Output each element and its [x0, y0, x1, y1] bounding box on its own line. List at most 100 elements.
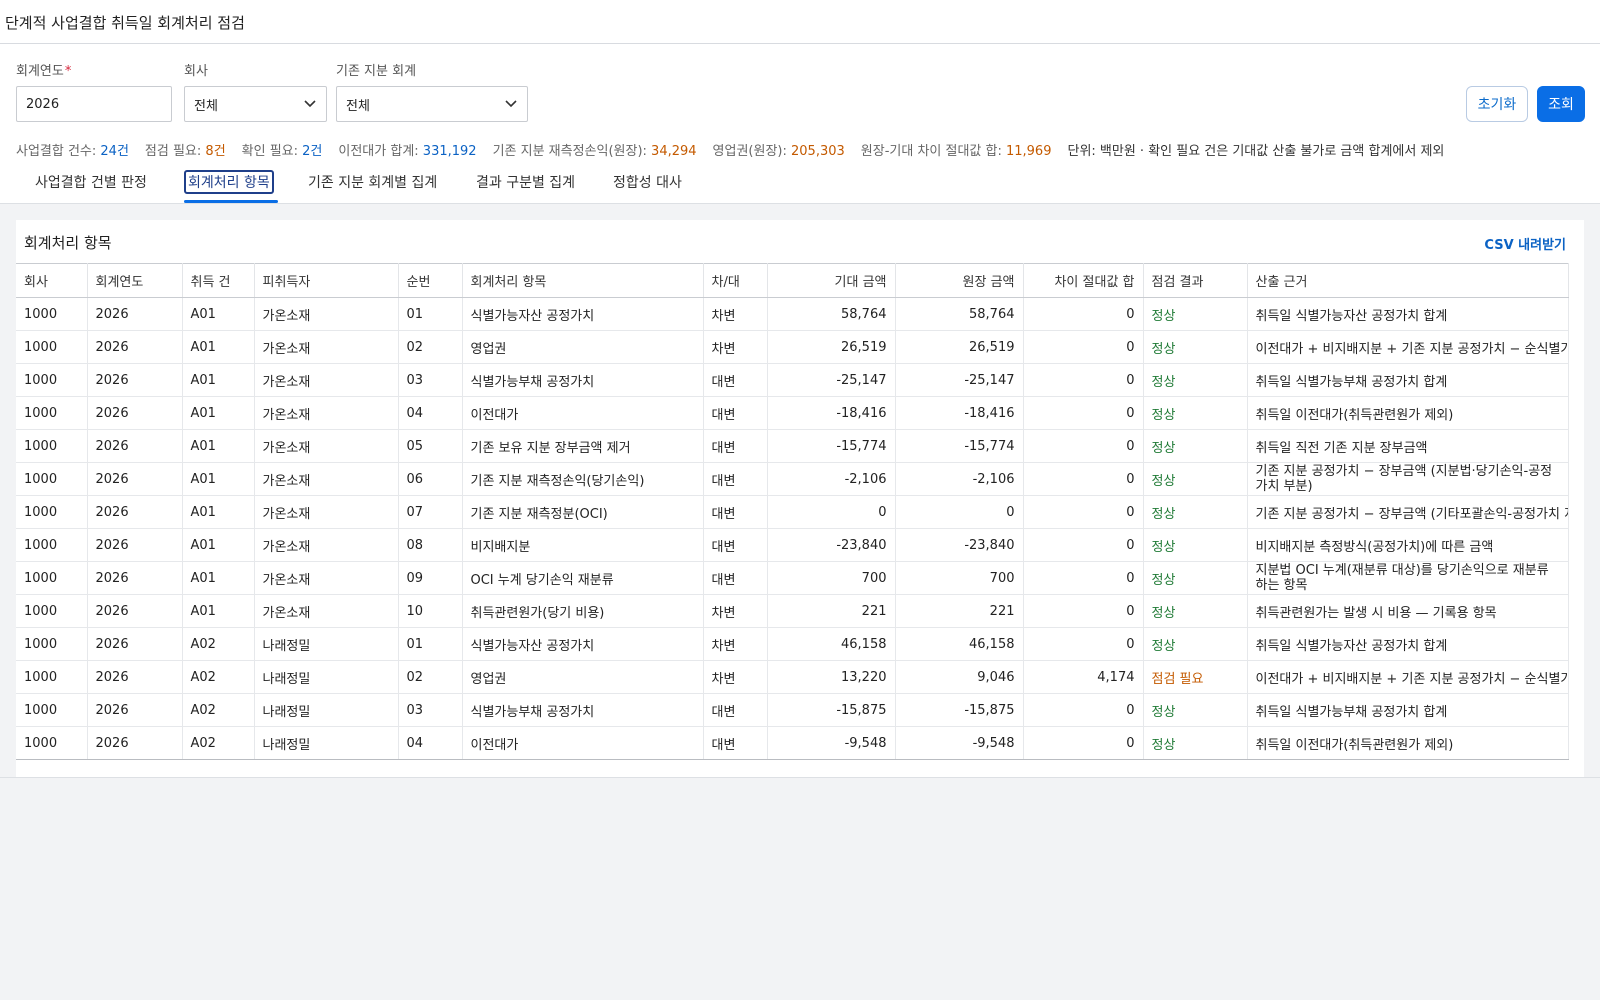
col-header-diff[interactable]: 차이 절대값 합 — [1023, 263, 1144, 298]
col-header-dr-cr[interactable]: 차/대 — [703, 263, 768, 298]
cell-year: 2026 — [87, 297, 183, 331]
summary-count: 사업결합 건수: 24건 — [16, 144, 129, 159]
table-row[interactable]: 1000 2026 A02 나래정밀 04 이전대가 대변 -9,548 -9,… — [16, 726, 1569, 760]
col-header-result[interactable]: 점검 결과 — [1143, 263, 1248, 298]
cell-acquisition: A01 — [182, 495, 255, 529]
cell-result: 정상 — [1143, 528, 1248, 562]
cell-acquiree: 가온소재 — [254, 594, 399, 628]
cell-diff: 0 — [1023, 462, 1144, 496]
cell-result: 정상 — [1143, 495, 1248, 529]
cell-seq: 09 — [398, 561, 463, 595]
cell-year: 2026 — [87, 528, 183, 562]
equity-method-select[interactable]: 전체 — [336, 86, 528, 122]
cell-basis: 취득일 식별가능부채 공정가치 합계 — [1247, 693, 1569, 727]
cell-dr-cr: 차변 — [703, 330, 768, 364]
accounting-items-panel: 회계처리 항목 CSV 내려받기 회사 회계연도 취득 건 피취득자 순번 회계… — [16, 220, 1584, 777]
cell-company: 1000 — [16, 462, 88, 496]
reset-button[interactable]: 초기화 — [1466, 86, 1528, 122]
cell-basis: 취득일 식별가능부채 공정가치 합계 — [1247, 363, 1569, 397]
cell-expected: -9,548 — [767, 726, 896, 760]
cell-item: 식별가능자산 공정가치 — [462, 627, 704, 661]
cell-year: 2026 — [87, 462, 183, 496]
cell-expected: 26,519 — [767, 330, 896, 364]
tab-case-judgment[interactable]: 사업결합 건별 판정 — [32, 170, 150, 194]
cell-year: 2026 — [87, 660, 183, 694]
table-row[interactable]: 1000 2026 A02 나래정밀 03 식별가능부채 공정가치 대변 -15… — [16, 693, 1569, 727]
cell-acquisition: A01 — [182, 330, 255, 364]
cell-basis: 지분법 OCI 누계(재분류 대상)를 당기손익으로 재분류하는 항목 — [1247, 561, 1569, 595]
table-row[interactable]: 1000 2026 A01 가온소재 08 비지배지분 대변 -23,840 -… — [16, 528, 1569, 562]
table-row[interactable]: 1000 2026 A01 가온소재 03 식별가능부채 공정가치 대변 -25… — [16, 363, 1569, 397]
table-row[interactable]: 1000 2026 A02 나래정밀 01 식별가능자산 공정가치 차변 46,… — [16, 627, 1569, 661]
table-row[interactable]: 1000 2026 A01 가온소재 05 기존 보유 지분 장부금액 제거 대… — [16, 429, 1569, 463]
cell-diff: 0 — [1023, 396, 1144, 430]
col-header-seq[interactable]: 순번 — [398, 263, 463, 298]
table-row[interactable]: 1000 2026 A01 가온소재 02 영업권 차변 26,519 26,5… — [16, 330, 1569, 364]
cell-diff: 0 — [1023, 429, 1144, 463]
cell-expected: 46,158 — [767, 627, 896, 661]
year-input[interactable]: 2026 — [16, 86, 172, 122]
cell-item: 기존 보유 지분 장부금액 제거 — [462, 429, 704, 463]
cell-item: 이전대가 — [462, 726, 704, 760]
cell-acquisition: A02 — [182, 726, 255, 760]
cell-result: 정상 — [1143, 726, 1248, 760]
tab-accounting-items[interactable]: 회계처리 항목 — [184, 170, 274, 194]
cell-acquisition: A01 — [182, 363, 255, 397]
cell-diff: 0 — [1023, 363, 1144, 397]
cell-diff: 0 — [1023, 330, 1144, 364]
cell-company: 1000 — [16, 429, 88, 463]
cell-ledger: -18,416 — [895, 396, 1024, 430]
year-label: 회계연도* — [16, 64, 72, 79]
cell-result: 정상 — [1143, 363, 1248, 397]
tab-equity-summary[interactable]: 기존 지분 회계별 집계 — [305, 170, 440, 194]
table-row[interactable]: 1000 2026 A01 가온소재 09 OCI 누계 당기손익 재분류 대변… — [16, 561, 1569, 595]
cell-seq: 03 — [398, 363, 463, 397]
cell-acquisition: A01 — [182, 297, 255, 331]
cell-basis: 취득일 이전대가(취득관련원가 제외) — [1247, 396, 1569, 430]
col-header-basis[interactable]: 산출 근거 — [1247, 263, 1569, 298]
equity-label: 기존 지분 회계 — [336, 64, 417, 79]
required-mark: * — [64, 64, 72, 79]
cell-diff: 0 — [1023, 627, 1144, 661]
table-row[interactable]: 1000 2026 A01 가온소재 10 취득관련원가(당기 비용) 차변 2… — [16, 594, 1569, 628]
cell-basis: 취득일 이전대가(취득관련원가 제외) — [1247, 726, 1569, 760]
col-header-acquisition[interactable]: 취득 건 — [182, 263, 255, 298]
cell-seq: 02 — [398, 660, 463, 694]
cell-basis: 기존 지분 공정가치 − 장부금액 (기타포괄손익-공정가치 지분) — [1247, 495, 1569, 529]
cell-result: 정상 — [1143, 330, 1248, 364]
table-row[interactable]: 1000 2026 A01 가온소재 04 이전대가 대변 -18,416 -1… — [16, 396, 1569, 430]
search-button[interactable]: 조회 — [1537, 86, 1585, 122]
cell-dr-cr: 차변 — [703, 660, 768, 694]
cell-diff: 0 — [1023, 594, 1144, 628]
cell-expected: 58,764 — [767, 297, 896, 331]
app-header: 단계적 사업결합 취득일 회계처리 점검 — [0, 0, 1600, 44]
cell-item: 기존 지분 재측정분(OCI) — [462, 495, 704, 529]
col-header-company[interactable]: 회사 — [16, 263, 88, 298]
col-header-year[interactable]: 회계연도 — [87, 263, 183, 298]
tab-result-summary[interactable]: 결과 구분별 집계 — [473, 170, 578, 194]
cell-company: 1000 — [16, 693, 88, 727]
col-header-ledger[interactable]: 원장 금액 — [895, 263, 1024, 298]
cell-basis: 이전대가 + 비지배지분 + 기존 지분 공정가치 − 순식별가능자산 — [1247, 330, 1569, 364]
cell-expected: -25,147 — [767, 363, 896, 397]
table-row[interactable]: 1000 2026 A01 가온소재 06 기존 지분 재측정손익(당기손익) … — [16, 462, 1569, 496]
col-header-expected[interactable]: 기대 금액 — [767, 263, 896, 298]
content-divider — [0, 777, 1600, 778]
table-row[interactable]: 1000 2026 A01 가온소재 01 식별가능자산 공정가치 차변 58,… — [16, 297, 1569, 331]
cell-year: 2026 — [87, 561, 183, 595]
tab-reconciliation[interactable]: 정합성 대사 — [610, 170, 685, 194]
csv-download-link[interactable]: CSV 내려받기 — [1484, 234, 1566, 253]
cell-company: 1000 — [16, 561, 88, 595]
cell-dr-cr: 대변 — [703, 495, 768, 529]
col-header-acquiree[interactable]: 피취득자 — [254, 263, 399, 298]
cell-seq: 06 — [398, 462, 463, 496]
cell-item: 기존 지분 재측정손익(당기손익) — [462, 462, 704, 496]
cell-acquiree: 가온소재 — [254, 363, 399, 397]
company-select[interactable]: 전체 — [184, 86, 327, 122]
cell-dr-cr: 차변 — [703, 627, 768, 661]
cell-basis: 비지배지분 측정방식(공정가치)에 따른 금액 — [1247, 528, 1569, 562]
table-row[interactable]: 1000 2026 A01 가온소재 07 기존 지분 재측정분(OCI) 대변… — [16, 495, 1569, 529]
summary-confirm-needed: 확인 필요: 2건 — [241, 144, 323, 159]
table-row[interactable]: 1000 2026 A02 나래정밀 02 영업권 차변 13,220 9,04… — [16, 660, 1569, 694]
col-header-item[interactable]: 회계처리 항목 — [462, 263, 704, 298]
